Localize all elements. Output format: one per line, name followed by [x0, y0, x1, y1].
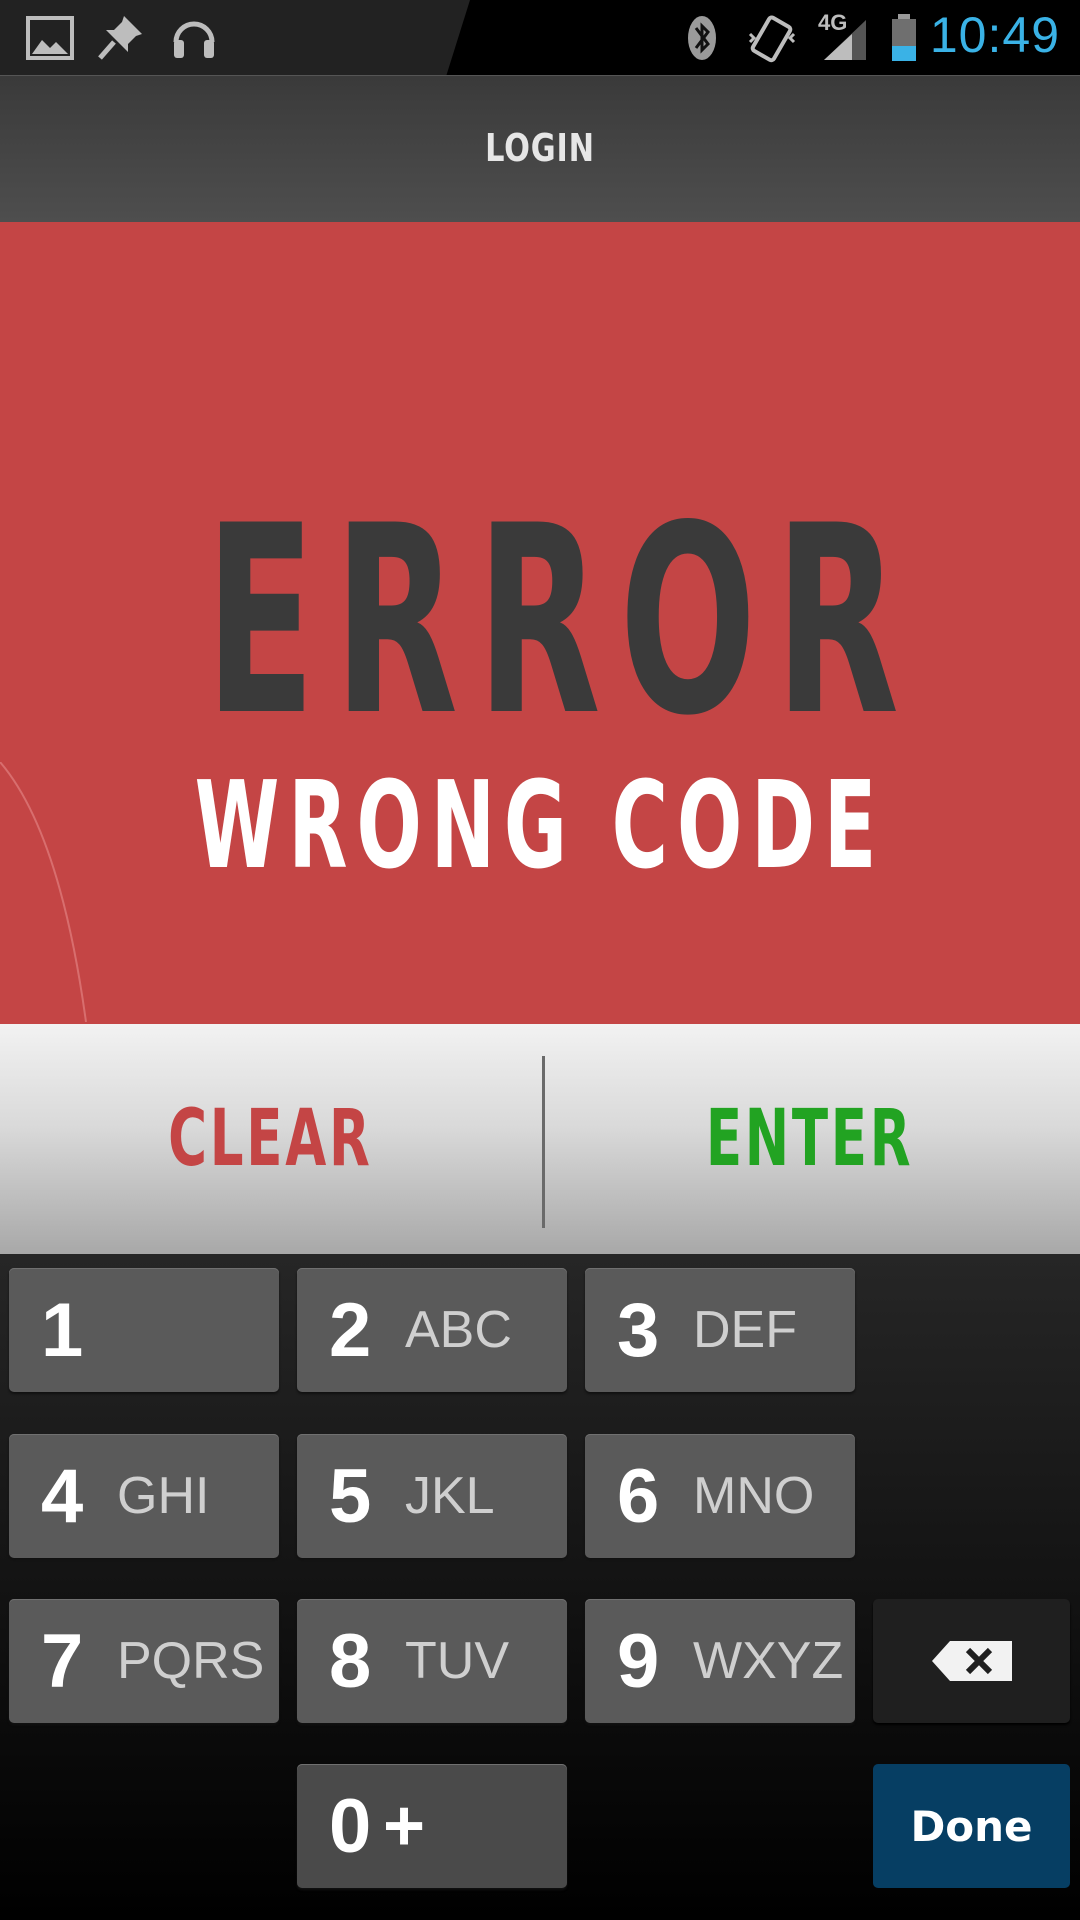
key-digit: 4 [41, 1453, 84, 1539]
scratch-mark [0, 762, 87, 1022]
key-digit: 8 [329, 1618, 372, 1704]
key-2[interactable]: 2 ABC [297, 1268, 567, 1392]
key-letters: TUV [405, 1632, 509, 1690]
key-digit: 9 [617, 1618, 660, 1704]
network-type-label: 4G [818, 10, 848, 35]
key-digit: 6 [617, 1453, 660, 1539]
error-title: ERROR [205, 471, 918, 773]
key-letters: PQRS [117, 1632, 265, 1690]
vibrate-icon [748, 15, 796, 63]
action-bar: LOGIN [0, 75, 1080, 222]
action-strip: CLEAR ENTER [0, 1024, 1080, 1254]
key-letters: MNO [693, 1467, 815, 1525]
key-8[interactable]: 8 TUV [297, 1599, 567, 1723]
key-letters: JKL [405, 1467, 495, 1525]
key-digit: 7 [41, 1618, 84, 1704]
key-letters: GHI [117, 1467, 210, 1525]
page-title: LOGIN [485, 126, 595, 170]
error-message: WRONG CODE [194, 757, 886, 896]
key-9[interactable]: 9 WXYZ [585, 1599, 855, 1723]
backspace-key[interactable] [873, 1599, 1070, 1723]
key-7[interactable]: 7 PQRS [9, 1599, 279, 1723]
key-digit: 2 [329, 1287, 372, 1373]
enter-button[interactable]: ENTER [540, 1024, 1080, 1254]
key-digit: 0 [329, 1783, 372, 1869]
key-digit: 1 [41, 1287, 84, 1373]
key-5[interactable]: 5 JKL [297, 1434, 567, 1558]
key-digit: 5 [329, 1453, 372, 1539]
image-icon [26, 16, 74, 60]
key-1[interactable]: 1 [9, 1268, 279, 1392]
done-button[interactable]: Done [873, 1764, 1070, 1888]
bluetooth-icon [688, 16, 716, 60]
key-letters: + [383, 1786, 426, 1866]
clock: 10:49 [929, 7, 1060, 63]
error-panel: ERROR WRONG CODE [0, 222, 1080, 1024]
clear-button-label: CLEAR [167, 1094, 373, 1184]
headphones-icon [173, 21, 215, 58]
key-letters: DEF [693, 1301, 797, 1359]
key-digit: 3 [617, 1287, 660, 1373]
pin-icon [98, 16, 142, 60]
done-button-label: Done [910, 1801, 1033, 1851]
key-0[interactable]: 0 + [297, 1764, 567, 1888]
key-letters: ABC [405, 1301, 512, 1359]
clear-button[interactable]: CLEAR [0, 1024, 540, 1254]
key-4[interactable]: 4 GHI [9, 1434, 279, 1558]
key-3[interactable]: 3 DEF [585, 1268, 855, 1392]
backspace-icon [931, 1641, 1012, 1681]
enter-button-label: ENTER [706, 1094, 914, 1184]
key-6[interactable]: 6 MNO [585, 1434, 855, 1558]
key-letters: WXYZ [693, 1632, 844, 1690]
battery-icon [892, 14, 916, 61]
numeric-keypad: 1 2 ABC 3 DEF 4 GHI 5 JKL 6 MNO 7 PQRS 8… [0, 1254, 1080, 1920]
status-bar: 4G 10:49 [0, 0, 1080, 75]
